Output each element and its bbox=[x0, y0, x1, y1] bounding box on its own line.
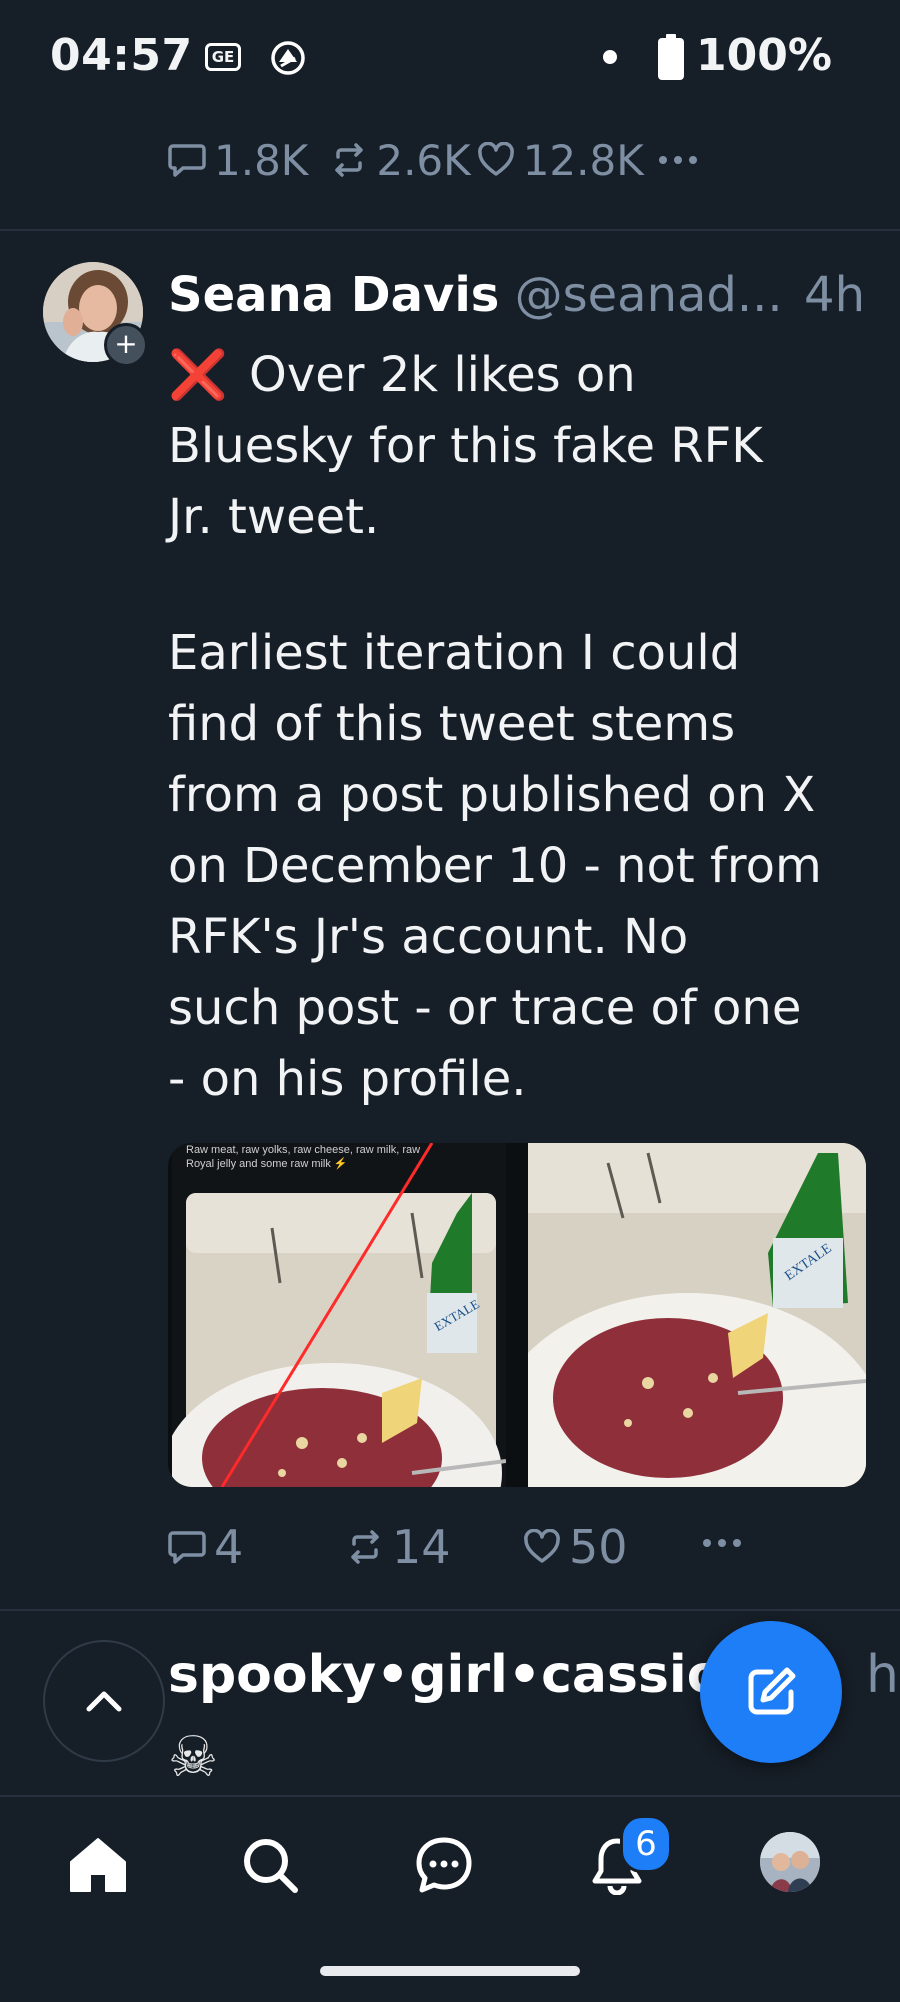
battery-icon bbox=[658, 34, 684, 80]
like-button[interactable]: 12.8K bbox=[477, 136, 644, 185]
repost-count: 2.6K bbox=[376, 135, 471, 185]
post-actions: 4 14 50 bbox=[168, 1520, 768, 1574]
home-icon bbox=[70, 1838, 126, 1892]
divider bbox=[0, 1609, 900, 1611]
nav-home[interactable] bbox=[58, 1825, 138, 1905]
divider bbox=[0, 229, 900, 231]
reply-button[interactable]: 1.8K bbox=[168, 136, 308, 185]
image-caption: Raw meat, raw yolks, raw cheese, raw mil… bbox=[186, 1144, 420, 1156]
search-icon bbox=[244, 1839, 298, 1893]
like-icon bbox=[524, 1529, 560, 1563]
chat-icon bbox=[416, 1837, 472, 1893]
nav-chat[interactable] bbox=[404, 1825, 484, 1905]
post-line: Jr. tweet. bbox=[168, 489, 380, 545]
repost-icon bbox=[335, 143, 364, 177]
repost-count: 14 bbox=[392, 1520, 451, 1574]
status-bar: 04:57 GE 100% bbox=[0, 0, 900, 120]
reply-icon bbox=[168, 144, 206, 177]
notification-badge: 6 bbox=[620, 1815, 672, 1873]
skull-emoji-icon: ☠ bbox=[168, 1725, 219, 1790]
home-indicator[interactable] bbox=[320, 1966, 580, 1976]
image-caption: Royal jelly and some raw milk ⚡ bbox=[186, 1157, 348, 1170]
chevron-up-icon bbox=[86, 1691, 122, 1712]
post-line: from a post published on X bbox=[168, 767, 816, 823]
post-line: - on his profile. bbox=[168, 1051, 527, 1107]
reply-button[interactable]: 4 bbox=[168, 1520, 243, 1574]
post-line: find of this tweet stems bbox=[168, 696, 736, 752]
app-notification-icon bbox=[270, 40, 306, 76]
post-time: 4h bbox=[804, 267, 865, 323]
post-header: Seana Davis @seanad... 4h bbox=[168, 264, 868, 326]
post-image-photo[interactable]: EXTALE bbox=[528, 1143, 866, 1487]
post-line: Bluesky for this fake RFK bbox=[168, 418, 763, 474]
repost-button[interactable]: 14 bbox=[346, 1520, 451, 1574]
reply-count: 1.8K bbox=[214, 135, 309, 185]
scroll-to-top-button[interactable] bbox=[43, 1640, 165, 1762]
like-count: 50 bbox=[569, 1520, 628, 1574]
repost-icon bbox=[351, 1530, 379, 1564]
nav-profile-avatar[interactable] bbox=[760, 1832, 820, 1892]
like-button[interactable]: 50 bbox=[523, 1520, 628, 1574]
ge-icon: GE bbox=[205, 43, 241, 71]
status-time: 04:57 bbox=[50, 30, 193, 81]
post-text: ❌ Over 2k likes on Bluesky for this fake… bbox=[168, 340, 878, 1115]
reply-icon bbox=[168, 1531, 206, 1564]
compose-button[interactable] bbox=[700, 1621, 842, 1763]
battery-percent: 100% bbox=[696, 30, 832, 81]
post-line: RFK's Jr's account. No bbox=[168, 909, 689, 965]
more-button[interactable] bbox=[658, 155, 698, 165]
like-icon bbox=[477, 142, 514, 176]
post-line: on December 10 - not from bbox=[168, 838, 822, 894]
post-images: Raw meat, raw yolks, raw cheese, raw mil… bbox=[168, 1143, 866, 1487]
like-count: 12.8K bbox=[522, 135, 644, 185]
nav-search[interactable] bbox=[230, 1825, 310, 1905]
cross-mark-icon: ❌ bbox=[168, 347, 228, 403]
more-icon bbox=[703, 1539, 741, 1547]
next-post-author-name[interactable]: spooky•girl•cassiop bbox=[168, 1645, 760, 1705]
post-line: such post - or trace of one bbox=[168, 980, 802, 1036]
notification-dot bbox=[603, 50, 617, 64]
reply-count: 4 bbox=[214, 1520, 244, 1574]
more-icon bbox=[658, 156, 697, 164]
author-handle[interactable]: @seanad... bbox=[515, 267, 783, 323]
next-post-time: h bbox=[866, 1645, 899, 1705]
repost-button[interactable]: 2.6K bbox=[330, 135, 471, 185]
author-name[interactable]: Seana Davis bbox=[168, 267, 499, 323]
post-line: Earliest iteration I could bbox=[168, 625, 741, 681]
more-button[interactable] bbox=[702, 1538, 742, 1548]
compose-icon bbox=[748, 1667, 796, 1715]
previous-post-actions: 1.8K 2.6K 12.8K bbox=[168, 135, 698, 185]
post-image-screenshot[interactable]: Raw meat, raw yolks, raw cheese, raw mil… bbox=[172, 1143, 506, 1487]
post-line: Over 2k likes on bbox=[249, 347, 636, 403]
follow-plus-icon[interactable]: + bbox=[104, 323, 148, 367]
